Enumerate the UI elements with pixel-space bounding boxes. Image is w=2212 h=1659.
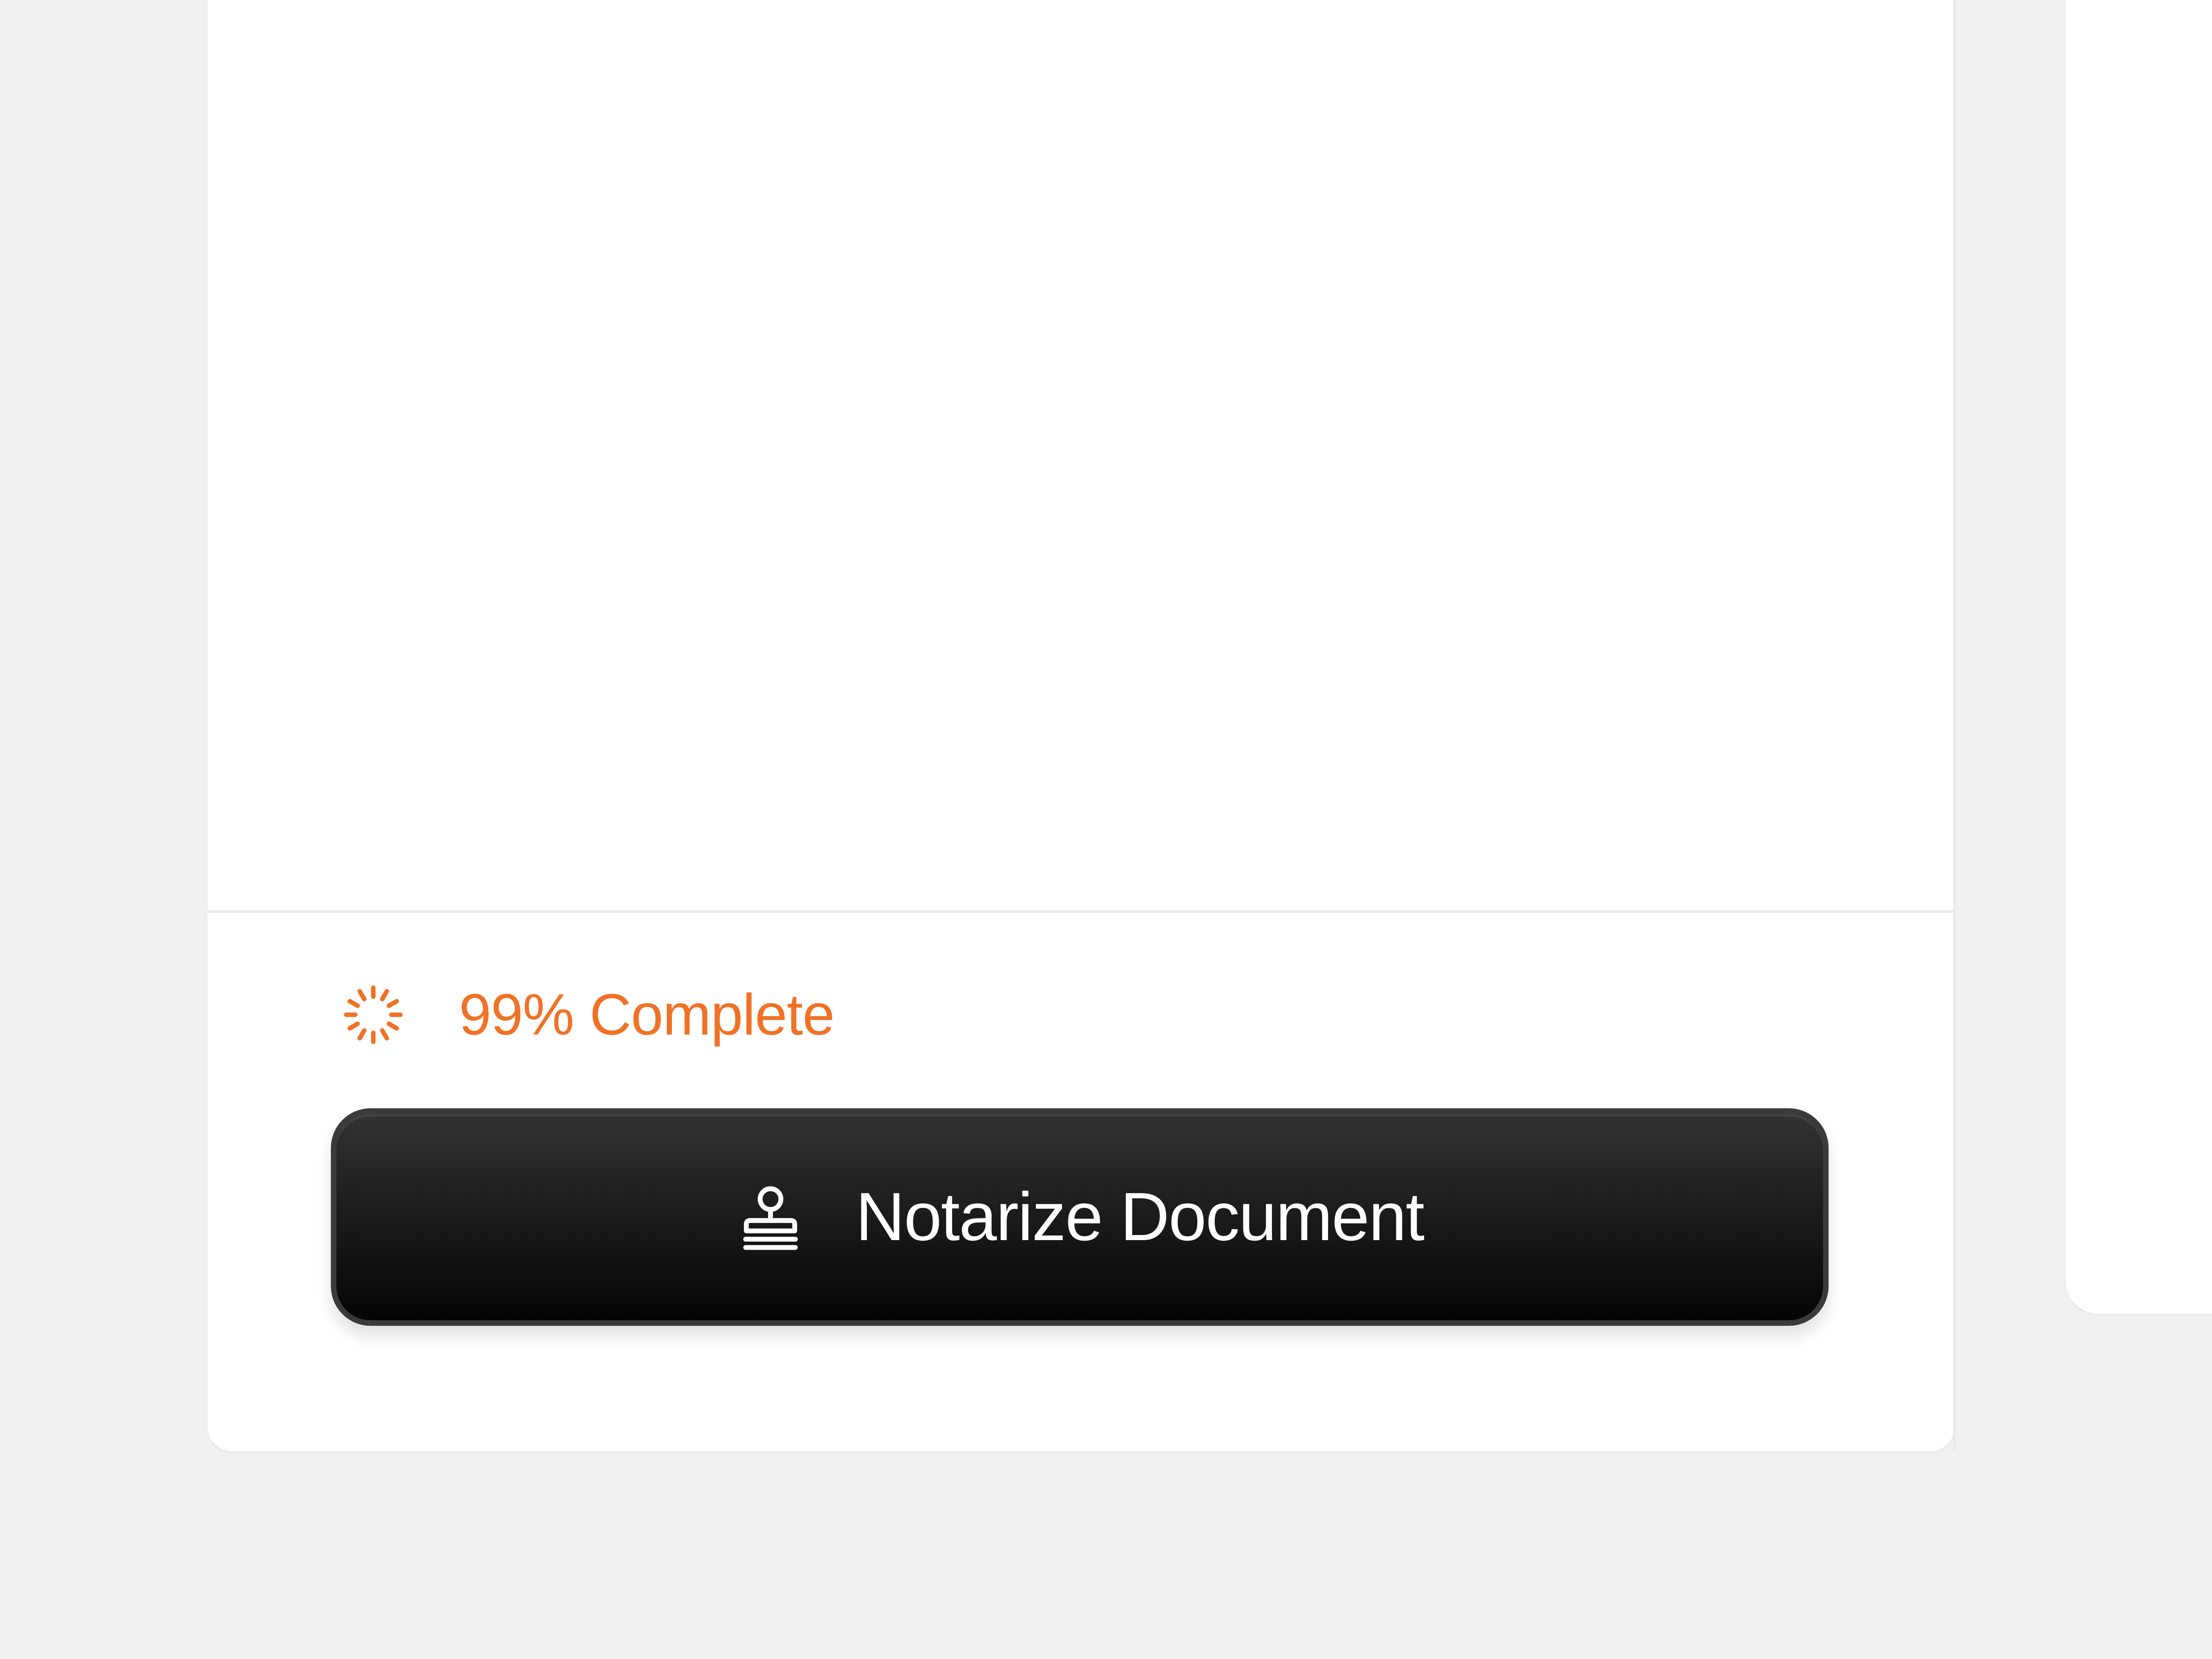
notarize-document-button[interactable]: Notarize Document [331, 1108, 1829, 1326]
panel-vertical-divider [1953, 0, 1956, 1451]
progress-status: 99% Complete [341, 980, 835, 1049]
panel-footer-divider [207, 910, 1955, 913]
notarize-document-label: Notarize Document [855, 1179, 1425, 1255]
progress-label: 99% Complete [459, 982, 835, 1047]
stamp-icon [736, 1182, 856, 1252]
side-panel [2065, 0, 2212, 1314]
document-preview-area [207, 0, 1955, 910]
loading-spinner-icon [341, 982, 406, 1047]
